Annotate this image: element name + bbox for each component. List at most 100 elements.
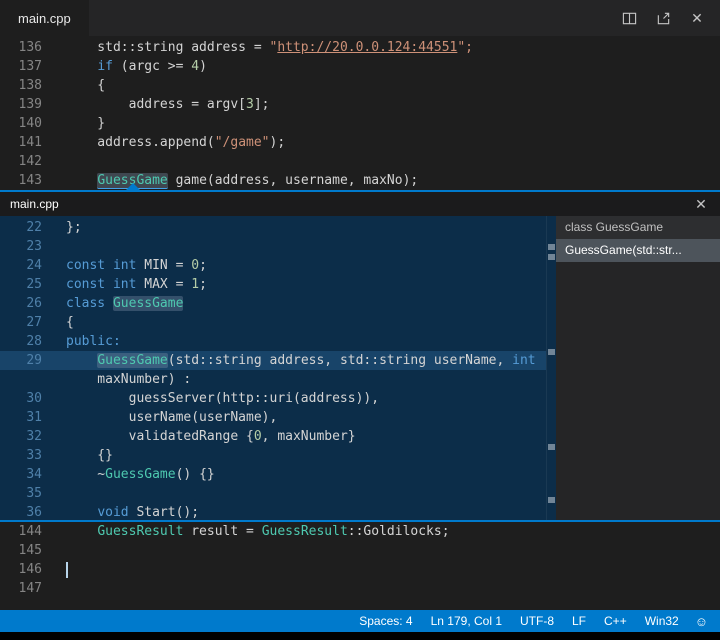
- open-preview-icon[interactable]: [654, 9, 672, 27]
- line-number: 34: [0, 465, 42, 484]
- line-number: 140: [0, 114, 42, 133]
- code-token: ~: [66, 467, 105, 482]
- status-bar: Spaces: 4 Ln 179, Col 1 UTF-8 LF C++ Win32 ☺: [0, 610, 720, 632]
- code-token: 0: [254, 429, 262, 444]
- code-line[interactable]: 30 guessServer(http::uri(address)),: [0, 389, 546, 408]
- code-token: {: [66, 315, 74, 330]
- code-line[interactable]: 23: [0, 237, 546, 256]
- code-token: GuessGame: [97, 353, 167, 368]
- line-number: 35: [0, 484, 42, 503]
- code-line[interactable]: 22};: [0, 218, 546, 237]
- code-token: MIN =: [136, 258, 191, 273]
- code-token: [66, 524, 97, 539]
- code-line[interactable]: 139 address = argv[3];: [0, 95, 720, 114]
- code-token: const: [66, 258, 105, 273]
- line-number: 138: [0, 76, 42, 95]
- peek-results-panel: class GuessGameGuessGame(std::str...: [556, 216, 720, 520]
- line-number: 24: [0, 256, 42, 275]
- line-number: 36: [0, 503, 42, 520]
- feedback-smiley-icon[interactable]: ☺: [695, 614, 708, 629]
- line-number: 26: [0, 294, 42, 313]
- code-token: public:: [66, 334, 121, 349]
- line-number: 137: [0, 57, 42, 76]
- tab-bar: main.cpp ✕: [0, 0, 720, 36]
- code-line[interactable]: 29 GuessGame(std::string address, std::s…: [0, 351, 546, 370]
- code-line[interactable]: 147: [0, 579, 720, 598]
- code-token: (argc >=: [113, 59, 191, 74]
- code-line[interactable]: 26class GuessGame: [0, 294, 546, 313]
- peek-body: 22};2324const int MIN = 0;25const int MA…: [0, 216, 720, 520]
- code-token: [105, 296, 113, 311]
- status-item[interactable]: C++: [604, 614, 627, 628]
- line-number: 142: [0, 152, 42, 171]
- editor-lines-top: 136 std::string address = "http://20.0.0…: [0, 36, 720, 190]
- code-token: 0: [191, 258, 199, 273]
- status-item[interactable]: UTF-8: [520, 614, 554, 628]
- code-token: int: [113, 277, 136, 292]
- line-number: 147: [0, 579, 42, 598]
- code-line[interactable]: 25const int MAX = 1;: [0, 275, 546, 294]
- code-line[interactable]: 145: [0, 541, 720, 560]
- code-line[interactable]: 136 std::string address = "http://20.0.0…: [0, 38, 720, 57]
- code-token: ::Goldilocks;: [348, 524, 450, 539]
- code-line[interactable]: 36 void Start();: [0, 503, 546, 520]
- status-item[interactable]: Spaces: 4: [359, 614, 412, 628]
- vscode-window: main.cpp ✕ 136 std::string address = "ht…: [0, 0, 720, 640]
- code-token: ): [199, 59, 207, 74]
- code-line[interactable]: 141 address.append("/game");: [0, 133, 720, 152]
- code-line[interactable]: 142: [0, 152, 720, 171]
- peek-close-icon[interactable]: ✕: [692, 195, 710, 213]
- code-token: {}: [66, 448, 113, 463]
- tab-main-cpp[interactable]: main.cpp: [0, 0, 89, 36]
- split-editor-icon[interactable]: [620, 9, 638, 27]
- peek-anchor-arrow: [125, 183, 141, 191]
- peek-title: main.cpp: [10, 197, 59, 211]
- code-line[interactable]: 35: [0, 484, 546, 503]
- overview-ruler-mark: [548, 349, 555, 355]
- code-line[interactable]: 33 {}: [0, 446, 546, 465]
- overview-ruler-mark: [548, 254, 555, 260]
- code-token: address.append(: [66, 135, 215, 150]
- code-token: [66, 173, 97, 188]
- line-number: 139: [0, 95, 42, 114]
- code-token: [66, 353, 97, 368]
- overview-ruler-mark: [548, 444, 555, 450]
- tab-label: main.cpp: [18, 11, 71, 26]
- code-line[interactable]: 144 GuessResult result = GuessResult::Go…: [0, 522, 720, 541]
- code-line[interactable]: maxNumber) :: [0, 370, 546, 389]
- line-number: 145: [0, 541, 42, 560]
- status-item[interactable]: Win32: [645, 614, 679, 628]
- code-token: ];: [254, 97, 270, 112]
- code-line[interactable]: 138 {: [0, 76, 720, 95]
- line-number: 146: [0, 560, 42, 579]
- status-item[interactable]: LF: [572, 614, 586, 628]
- code-line[interactable]: 28public:: [0, 332, 546, 351]
- code-token: int: [113, 258, 136, 273]
- code-token: std::string address =: [66, 40, 270, 55]
- code-line[interactable]: 34 ~GuessGame() {}: [0, 465, 546, 484]
- status-item[interactable]: Ln 179, Col 1: [431, 614, 502, 628]
- code-token: http://20.0.0.124:44551: [277, 40, 457, 55]
- code-line[interactable]: 143 GuessGame game(address, username, ma…: [0, 171, 720, 190]
- code-token: validatedRange {: [66, 429, 254, 444]
- peek-result-item[interactable]: class GuessGame: [556, 216, 720, 239]
- editor-lines-bottom: 144 GuessResult result = GuessResult::Go…: [0, 522, 720, 610]
- line-number: 23: [0, 237, 42, 256]
- peek-title-bar: main.cpp ✕: [0, 192, 720, 216]
- line-number: 31: [0, 408, 42, 427]
- close-icon[interactable]: ✕: [688, 9, 706, 27]
- line-number: 136: [0, 38, 42, 57]
- code-line[interactable]: 140 }: [0, 114, 720, 133]
- peek-result-item[interactable]: GuessGame(std::str...: [556, 239, 720, 262]
- code-line[interactable]: 146: [0, 560, 720, 579]
- code-line[interactable]: 31 userName(userName),: [0, 408, 546, 427]
- code-line[interactable]: 137 if (argc >= 4): [0, 57, 720, 76]
- code-token: GuessResult: [262, 524, 348, 539]
- line-number: 32: [0, 427, 42, 446]
- peek-editor: 22};2324const int MIN = 0;25const int MA…: [0, 216, 546, 520]
- code-line[interactable]: 27{: [0, 313, 546, 332]
- code-line[interactable]: 32 validatedRange {0, maxNumber}: [0, 427, 546, 446]
- code-line[interactable]: 24const int MIN = 0;: [0, 256, 546, 275]
- code-token: Start();: [129, 505, 199, 520]
- text-cursor: [66, 562, 68, 578]
